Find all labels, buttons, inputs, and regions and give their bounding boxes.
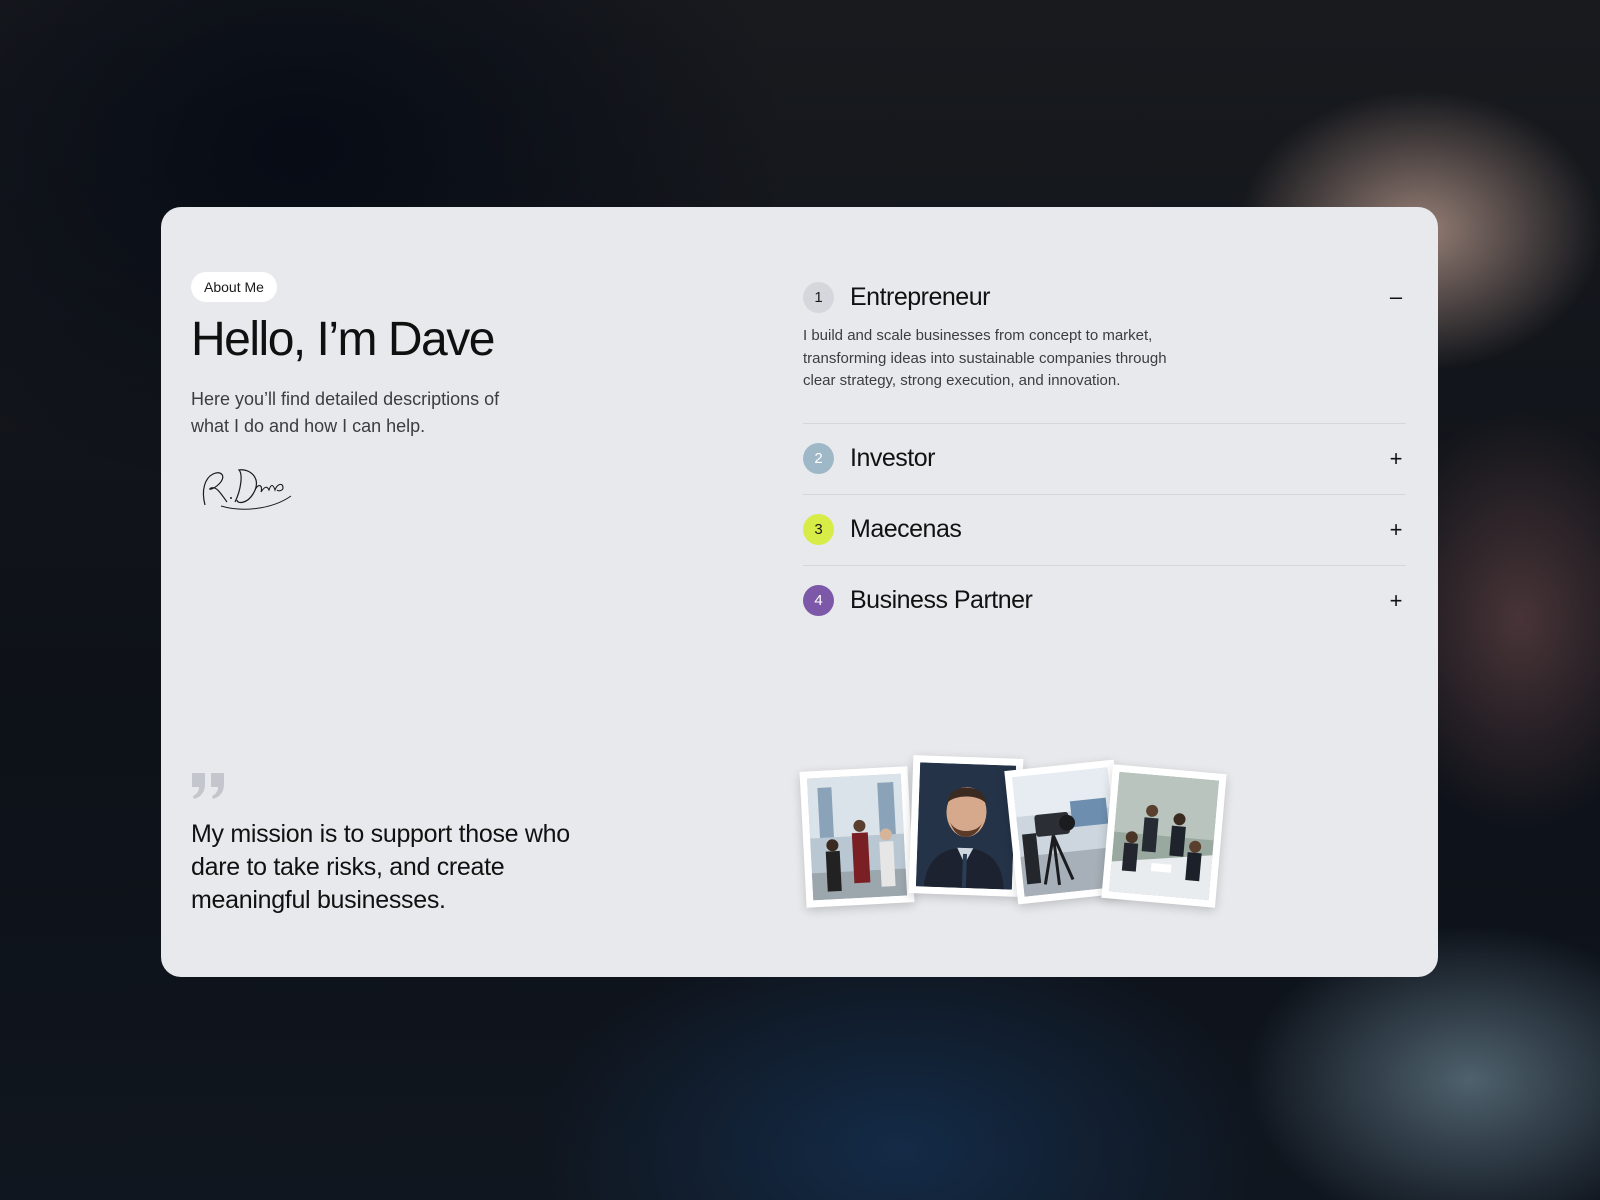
meeting-photo	[1101, 764, 1227, 908]
accordion-header-maecenas[interactable]: 3 Maecenas +	[803, 495, 1406, 565]
page-title: Hello, I’m Dave	[191, 313, 495, 366]
accordion-item-maecenas: 3 Maecenas +	[803, 495, 1406, 566]
accordion-title: Maecenas	[850, 515, 962, 543]
collapse-icon[interactable]: –	[1386, 286, 1406, 308]
expand-icon[interactable]: +	[1386, 589, 1406, 611]
accordion-item-investor: 2 Investor +	[803, 424, 1406, 495]
number-badge: 3	[803, 514, 834, 545]
accordion-header-investor[interactable]: 2 Investor +	[803, 424, 1406, 494]
number-badge: 4	[803, 585, 834, 616]
signature-image	[202, 469, 292, 510]
number-badge: 1	[803, 281, 834, 313]
accordion-item-entrepreneur: 1 Entrepreneur – I build and scale busin…	[803, 267, 1406, 424]
about-me-badge: About Me	[191, 272, 277, 302]
expand-icon[interactable]: +	[1386, 518, 1406, 540]
quote-icon	[192, 773, 224, 799]
photo-collage	[799, 755, 1229, 917]
about-card: About Me Hello, I’m Dave Here you’ll fin…	[161, 207, 1438, 977]
roles-accordion: 1 Entrepreneur – I build and scale busin…	[803, 267, 1406, 636]
number-badge: 2	[803, 443, 834, 474]
business-team-photo	[799, 766, 915, 908]
accordion-header-business-partner[interactable]: 4 Business Partner +	[803, 566, 1406, 636]
intro-text: Here you’ll find detailed descriptions o…	[191, 389, 500, 436]
accordion-item-business-partner: 4 Business Partner +	[803, 566, 1406, 636]
mission-block: My mission is to support those who dare …	[191, 772, 611, 917]
accordion-title: Business Partner	[850, 586, 1033, 614]
accordion-title: Entrepreneur	[850, 282, 990, 311]
expand-icon[interactable]: +	[1386, 447, 1406, 469]
intro-section: About Me Hello, I’m Dave Here you’ll fin…	[191, 272, 751, 515]
accordion-title: Investor	[850, 444, 935, 472]
mission-statement: My mission is to support those who dare …	[191, 820, 570, 914]
accordion-header-entrepreneur[interactable]: 1 Entrepreneur –	[803, 267, 1406, 327]
accordion-description: I build and scale businesses from concep…	[803, 327, 1167, 389]
